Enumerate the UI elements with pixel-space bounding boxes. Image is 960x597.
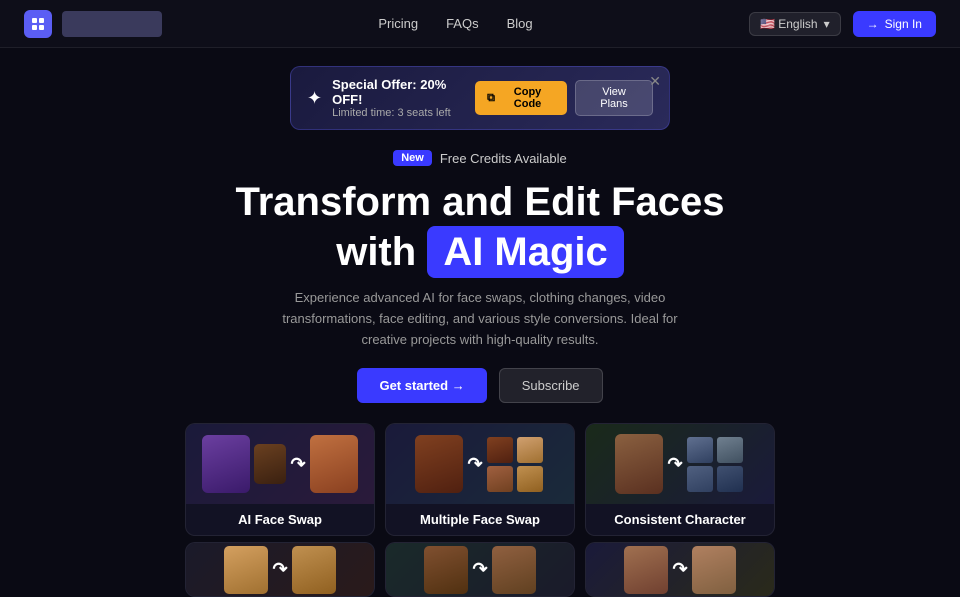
view-plans-label: View Plans	[600, 86, 628, 110]
hero-title-line2: with	[336, 230, 416, 274]
card-image-consistent: ↷	[586, 424, 774, 504]
hero-title: Transform and Edit Faces with AI Magic	[20, 178, 940, 278]
get-started-button[interactable]: Get started →	[357, 368, 486, 403]
logo-icon[interactable]	[24, 10, 52, 38]
banner-text: Special Offer: 20% OFF! Limited time: 3 …	[332, 77, 475, 119]
multi-source-face	[415, 435, 463, 493]
card-ai-face-swap[interactable]: ↷ AI Face Swap	[185, 423, 375, 536]
age-face-2	[692, 546, 736, 594]
card-image-ai-face-swap: ↷	[186, 424, 374, 504]
hero-buttons: Get started → Subscribe	[20, 368, 940, 403]
age-face-1	[624, 546, 668, 594]
consist-mini-2	[717, 437, 743, 463]
hero-subtitle: Experience advanced AI for face swaps, c…	[270, 288, 690, 350]
multi-face-grid	[487, 437, 545, 492]
copy-icon: ⧉	[487, 92, 495, 105]
copy-code-button[interactable]: ⧉ Copy Code	[475, 81, 567, 115]
banner-buttons: ⧉ Copy Code View Plans	[475, 80, 653, 116]
exp-face-2	[492, 546, 536, 594]
face-source	[202, 435, 250, 493]
art-visual: ↷	[186, 543, 374, 596]
consist-grid	[687, 437, 745, 492]
free-credits-text: Free Credits Available	[440, 151, 567, 166]
consist-main-face	[615, 434, 663, 494]
mini-face-2	[517, 437, 543, 463]
face-overlay-small	[254, 444, 286, 484]
hero-title-line1: Transform and Edit Faces	[235, 180, 724, 224]
multi-face-visual: ↷	[386, 424, 574, 504]
art-face-2	[292, 546, 336, 594]
nav-links: Pricing FAQs Blog	[378, 16, 532, 31]
banner-close-button[interactable]: ✕	[649, 73, 661, 90]
card-label-consistent: Consistent Character	[586, 504, 774, 535]
face-swap-visual: ↷	[186, 424, 374, 504]
art-face-1	[224, 546, 268, 594]
exp-face-1	[424, 546, 468, 594]
mini-face-3	[487, 466, 513, 492]
sign-in-label: Sign In	[885, 17, 922, 31]
card-label-ai-face-swap: AI Face Swap	[186, 504, 374, 535]
consist-mini-4	[717, 466, 743, 492]
navbar: Pricing FAQs Blog 🇺🇸 English ▾ → Sign In	[0, 0, 960, 48]
banner-left: ✦ Special Offer: 20% OFF! Limited time: …	[307, 77, 475, 119]
hero-title-highlight: AI Magic	[427, 226, 623, 278]
view-plans-button[interactable]: View Plans	[575, 80, 653, 116]
mini-face-1	[487, 437, 513, 463]
subscribe-button[interactable]: Subscribe	[499, 368, 603, 403]
star-icon: ✦	[307, 88, 322, 109]
language-label: 🇺🇸 English	[760, 17, 818, 31]
expression-visual: ↷	[386, 543, 574, 596]
nav-pricing[interactable]: Pricing	[378, 16, 418, 31]
card-multiple-face-swap[interactable]: ↷ Multiple Face Swap	[385, 423, 575, 536]
aging-visual: ↷	[586, 543, 774, 596]
arrow-icon-art: ↷	[272, 559, 287, 580]
hero-section: New Free Credits Available Transform and…	[0, 140, 960, 403]
get-started-label: Get started →	[379, 378, 464, 393]
sign-in-button[interactable]: → Sign In	[853, 11, 936, 37]
nav-right: 🇺🇸 English ▾ → Sign In	[749, 11, 936, 37]
chevron-down-icon: ▾	[824, 17, 830, 31]
bottom-cards: ↷ ↷ ↷	[0, 536, 960, 597]
language-selector[interactable]: 🇺🇸 English ▾	[749, 12, 841, 36]
consistent-visual: ↷	[586, 424, 774, 504]
banner-title: Special Offer: 20% OFF!	[332, 77, 475, 107]
brand-placeholder	[62, 11, 162, 37]
consist-mini-1	[687, 437, 713, 463]
card-expression[interactable]: ↷	[385, 542, 575, 597]
consist-mini-3	[687, 466, 713, 492]
banner-subtitle: Limited time: 3 seats left	[332, 107, 475, 119]
card-aging[interactable]: ↷	[585, 542, 775, 597]
face-target	[310, 435, 358, 493]
arrow-icon-age: ↷	[672, 559, 687, 580]
copy-code-label: Copy Code	[500, 86, 555, 110]
promo-banner: ✦ Special Offer: 20% OFF! Limited time: …	[290, 66, 670, 130]
nav-faqs[interactable]: FAQs	[446, 16, 479, 31]
nav-left	[24, 10, 162, 38]
feature-cards: ↷ AI Face Swap ↷ Multiple Face Swap	[0, 423, 960, 536]
card-consistent-character[interactable]: ↷ Consistent Character	[585, 423, 775, 536]
card-image-multiple-face: ↷	[386, 424, 574, 504]
new-badge: New	[393, 150, 432, 166]
card-label-multiple-face: Multiple Face Swap	[386, 504, 574, 535]
arrow-icon-exp: ↷	[472, 559, 487, 580]
sign-in-icon: →	[867, 17, 879, 31]
arrow-icon: ↷	[290, 454, 305, 475]
nav-blog[interactable]: Blog	[507, 16, 533, 31]
card-art-style[interactable]: ↷	[185, 542, 375, 597]
arrow-icon-multi: ↷	[467, 454, 482, 475]
subscribe-label: Subscribe	[522, 378, 580, 393]
arrow-icon-consist: ↷	[667, 454, 682, 475]
mini-face-4	[517, 466, 543, 492]
new-badge-row: New Free Credits Available	[20, 150, 940, 166]
